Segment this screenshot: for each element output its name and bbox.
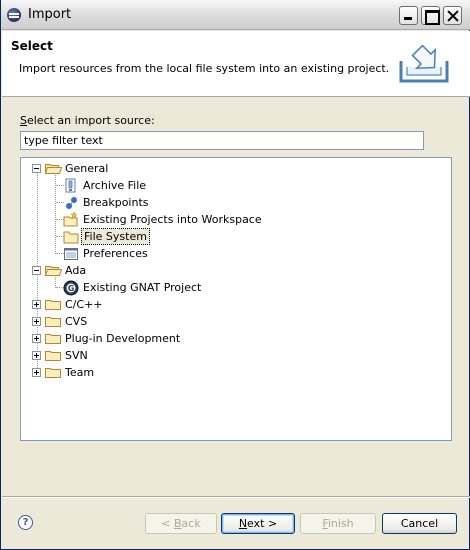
page-title: Select [11, 39, 53, 53]
page-description: Import resources from the local file sys… [19, 62, 390, 75]
tree-node-file-system[interactable]: File System [21, 228, 281, 245]
wizard-header: Select Import resources from the local f… [2, 31, 470, 97]
folder-icon [45, 368, 61, 378]
title-bar: Import [1, 0, 470, 30]
folder-open-icon [45, 266, 62, 276]
expand-toggle[interactable] [32, 317, 41, 326]
button-bar-separator [2, 496, 470, 498]
tree-node-breakpoints[interactable]: Breakpoints [21, 194, 281, 211]
tree-node-team[interactable]: Team [21, 364, 221, 381]
folder-icon [63, 231, 79, 244]
breakpoints-icon [66, 197, 77, 209]
archive-file-icon [65, 178, 76, 193]
tree-node-preferences[interactable]: Preferences [21, 245, 281, 262]
tree-node-archive-file[interactable]: Archive File [21, 177, 281, 194]
tree-node-ada[interactable]: Ada [21, 262, 221, 279]
collapse-toggle[interactable] [32, 164, 41, 173]
close-button[interactable] [443, 6, 462, 25]
folder-icon [45, 334, 61, 344]
collapse-toggle[interactable] [32, 266, 41, 275]
tree-node-cpp[interactable]: C/C++ [21, 296, 221, 313]
filter-input[interactable] [20, 131, 424, 150]
folder-icon [45, 351, 61, 361]
tree-node-existing-gnat-project[interactable]: G Existing GNAT Project [21, 279, 281, 296]
folder-icon [45, 300, 61, 310]
import-wizard-icon [399, 45, 449, 83]
finish-button[interactable]: Finish [300, 513, 376, 534]
expand-toggle[interactable] [32, 368, 41, 377]
help-icon[interactable]: ? [18, 515, 33, 530]
tree-node-svn[interactable]: SVN [21, 347, 221, 364]
tree-node-general[interactable]: General [21, 160, 221, 177]
expand-toggle[interactable] [32, 300, 41, 309]
back-button[interactable]: < Back [145, 513, 217, 534]
project-folder-icon [63, 212, 78, 227]
expand-toggle[interactable] [32, 351, 41, 360]
next-button[interactable]: Next > [221, 513, 295, 534]
import-dialog: Import Select Import resources from the … [0, 0, 470, 550]
preferences-icon [64, 248, 78, 260]
expand-toggle[interactable] [32, 334, 41, 343]
tree-node-cvs[interactable]: CVS [21, 313, 221, 330]
minimize-button[interactable] [399, 6, 418, 25]
folder-open-icon [45, 164, 62, 174]
cancel-button[interactable]: Cancel [382, 513, 457, 534]
maximize-button[interactable] [421, 6, 440, 25]
import-source-label: Select an import source: [20, 114, 155, 127]
svg-text:G: G [68, 284, 75, 293]
import-source-tree[interactable]: General Archive File Breakpoints Existin… [20, 157, 452, 441]
eclipse-icon [7, 8, 21, 22]
tree-node-plugin-development[interactable]: Plug-in Development [21, 330, 221, 347]
tree-node-existing-projects[interactable]: Existing Projects into Workspace [21, 211, 281, 228]
gnat-icon: G [63, 280, 79, 296]
window-title: Import [28, 7, 72, 22]
folder-icon [45, 317, 61, 327]
